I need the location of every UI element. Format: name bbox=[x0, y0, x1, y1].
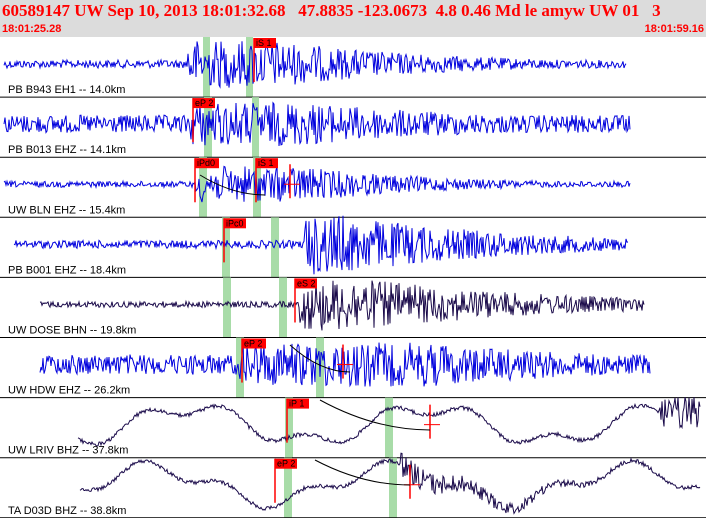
trace-label: UW DOSE BHN -- 19.8km bbox=[8, 325, 136, 337]
analysis-window bbox=[279, 277, 287, 338]
pick-label: iS 1 bbox=[256, 38, 272, 48]
trace-label: TA D03D BHZ -- 38.8km bbox=[8, 505, 126, 517]
waveform-trace bbox=[3, 41, 627, 89]
trace-row[interactable]: iS 1 PB B943 EH1 -- 14.0km bbox=[0, 37, 706, 98]
trace-label: PB B013 EHZ -- 14.1km bbox=[8, 144, 126, 156]
trace-row[interactable]: eP 2 PB B013 EHZ -- 14.1km bbox=[0, 97, 706, 158]
pick-label: iPd0 bbox=[197, 158, 215, 168]
pick-label: iPc0 bbox=[226, 218, 244, 228]
waveform-trace bbox=[3, 101, 631, 147]
analysis-window bbox=[389, 457, 397, 518]
waveform-trace bbox=[39, 280, 645, 331]
analysis-window bbox=[223, 277, 231, 338]
seismogram-viewer: 60589147 UW Sep 10, 2013 18:01:32.68 47.… bbox=[0, 0, 706, 518]
trace-row[interactable]: iPd0 iS 1 UW BLN EHZ -- 15.4km bbox=[0, 157, 706, 218]
trace-row[interactable]: eP 2 TA D03D BHZ -- 38.8km bbox=[0, 452, 706, 518]
pick-label: iS 1 bbox=[258, 158, 274, 168]
pick-label: eP 2 bbox=[244, 339, 262, 349]
trace-row[interactable]: eP 2 UW HDW EHZ -- 26.2km bbox=[0, 337, 706, 399]
trace-row[interactable]: iPc0 PB B001 EHZ -- 18.4km bbox=[0, 215, 706, 278]
trace-label: UW HDW EHZ -- 26.2km bbox=[8, 385, 130, 397]
trace-row[interactable]: eS 2 UW DOSE BHN -- 19.8km bbox=[0, 277, 706, 338]
analysis-window bbox=[271, 217, 279, 278]
trace-label: PB B001 EHZ -- 18.4km bbox=[8, 264, 126, 276]
trace-label: PB B943 EH1 -- 14.0km bbox=[8, 84, 125, 96]
analysis-window bbox=[385, 397, 393, 458]
pick-label: eS 2 bbox=[297, 278, 316, 288]
trace-label: UW BLN EHZ -- 15.4km bbox=[8, 204, 125, 216]
trace-label: UW LRIV BHZ -- 37.8km bbox=[8, 445, 128, 457]
pick-label: iP 1 bbox=[289, 399, 304, 409]
pick-label: eP 2 bbox=[277, 459, 295, 469]
pick-label: eP 2 bbox=[195, 98, 213, 108]
waveform-trace bbox=[3, 165, 631, 203]
coda-curve bbox=[319, 399, 431, 431]
trace-row[interactable]: iP 1 UW LRIV BHZ -- 37.8km bbox=[0, 397, 706, 459]
trace-panel[interactable]: iS 1 PB B943 EH1 -- 14.0km eP 2 PB B013 EHZ… bbox=[0, 0, 706, 518]
